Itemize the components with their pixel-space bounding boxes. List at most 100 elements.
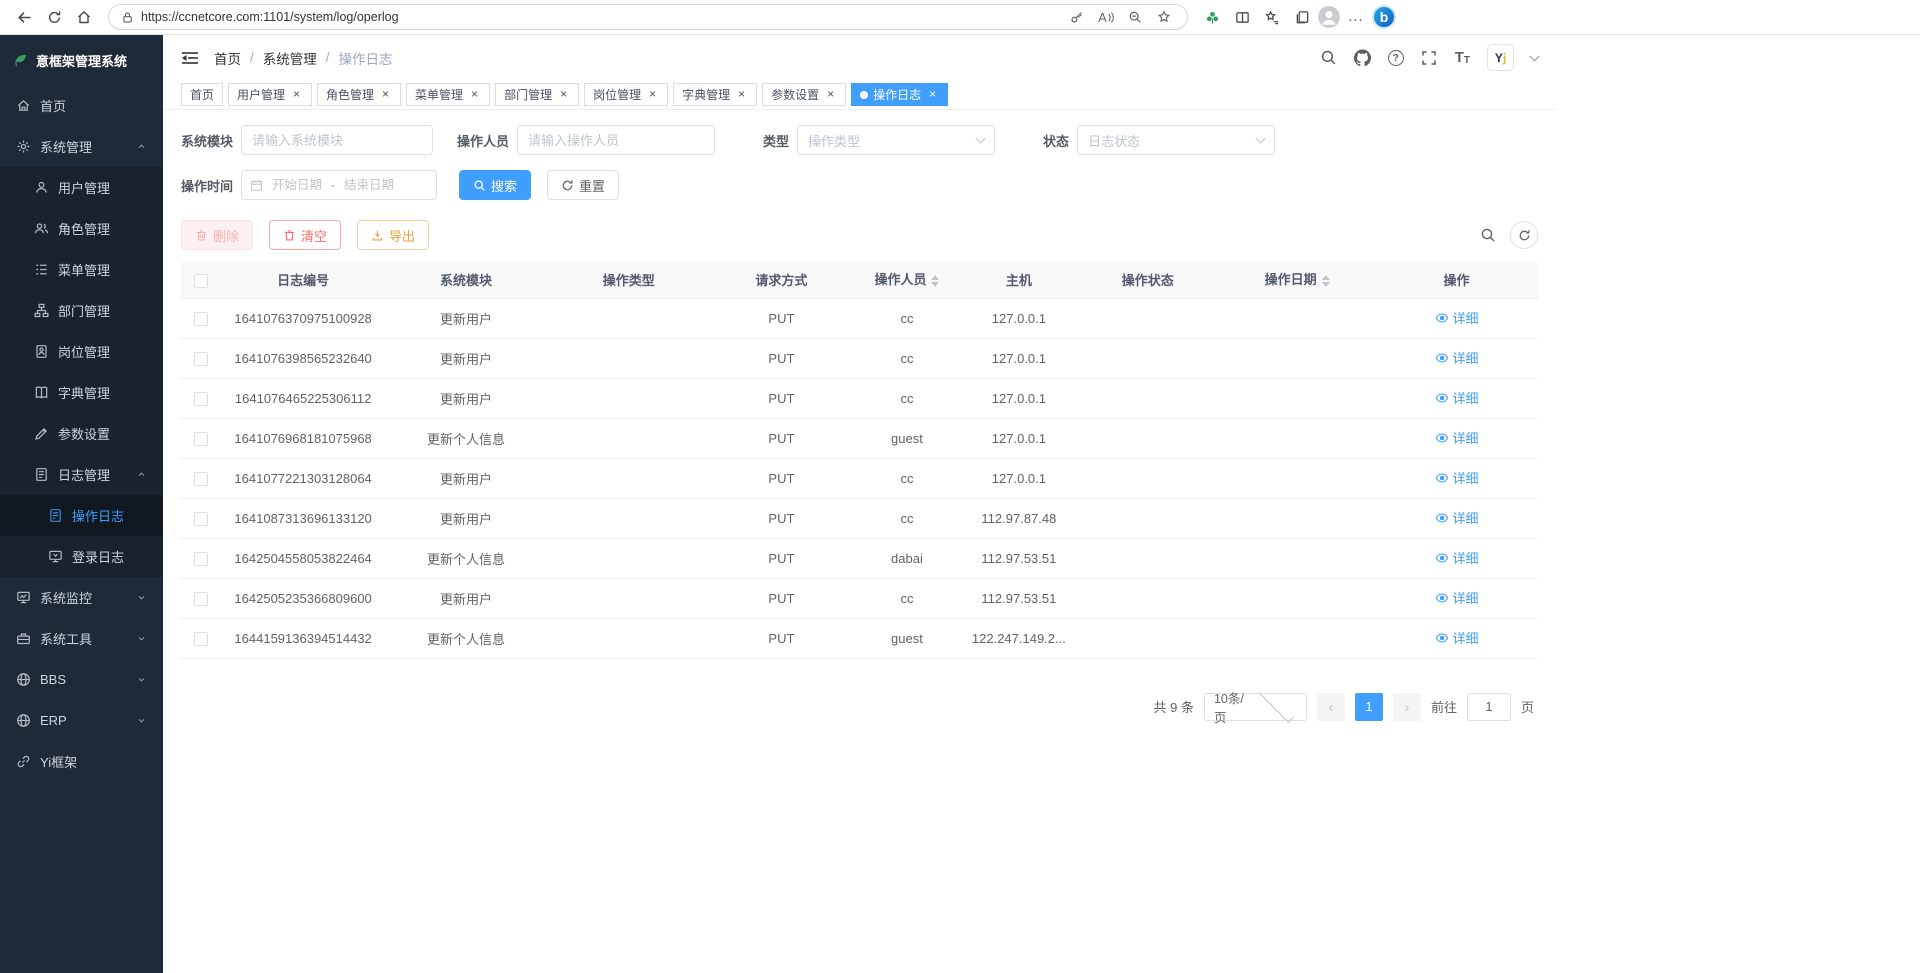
page-size-select[interactable]: 10条/页 (1204, 693, 1307, 721)
github-icon[interactable] (1354, 49, 1371, 66)
detail-link[interactable]: 详细 (1435, 308, 1479, 327)
help-icon[interactable]: ? (1388, 50, 1404, 66)
start-date-input[interactable] (267, 178, 327, 192)
sidebar-item-dept-management[interactable]: 部门管理 (0, 290, 163, 331)
read-aloud-icon[interactable]: A (1095, 6, 1117, 28)
sidebar-item-yi-framework[interactable]: Yi框架 (0, 741, 163, 782)
sidebar-item-system-tools[interactable]: 系统工具 (0, 618, 163, 659)
hamburger-icon[interactable] (181, 50, 199, 66)
sort-icon[interactable] (1322, 271, 1330, 291)
profile-avatar[interactable] (1318, 6, 1340, 28)
detail-link[interactable]: 详细 (1435, 508, 1479, 527)
end-date-input[interactable] (339, 178, 399, 192)
browser-essentials-icon[interactable] (1198, 4, 1226, 30)
type-select[interactable]: 操作类型 (797, 125, 995, 155)
export-button[interactable]: 导出 (357, 220, 429, 250)
row-checkbox[interactable] (194, 352, 208, 366)
prev-page-button[interactable]: ‹ (1317, 693, 1345, 721)
date-range-picker[interactable]: - (241, 170, 437, 200)
sidebar-item-param-settings[interactable]: 参数设置 (0, 413, 163, 454)
current-page-button[interactable]: 1 (1355, 693, 1383, 721)
th-operator[interactable]: 操作人员 (853, 262, 962, 298)
tab-menu-management[interactable]: 菜单管理× (406, 83, 490, 106)
collections-icon[interactable] (1288, 4, 1316, 30)
status-select[interactable]: 日志状态 (1077, 125, 1275, 155)
tab-dept-management[interactable]: 部门管理× (495, 83, 579, 106)
tab-operation-log[interactable]: 操作日志× (851, 83, 948, 106)
reload-icon[interactable] (40, 4, 68, 30)
row-checkbox[interactable] (194, 552, 208, 566)
more-menu-icon[interactable]: … (1342, 4, 1370, 30)
tab-home[interactable]: 首页 (181, 83, 223, 106)
sidebar-item-dict-management[interactable]: 字典管理 (0, 372, 163, 413)
fullscreen-icon[interactable] (1421, 49, 1438, 66)
tab-post-management[interactable]: 岗位管理× (584, 83, 668, 106)
row-checkbox[interactable] (194, 592, 208, 606)
sidebar-item-label: 系统监控 (40, 588, 127, 607)
zoom-out-icon[interactable] (1124, 6, 1146, 28)
close-icon[interactable]: × (735, 88, 748, 101)
sidebar-item-log-management[interactable]: 日志管理 (0, 454, 163, 495)
reset-button[interactable]: 重置 (547, 170, 619, 200)
favorites-bar-icon[interactable] (1258, 4, 1286, 30)
sidebar-item-operation-log[interactable]: 操作日志 (0, 495, 163, 536)
select-all-checkbox[interactable] (194, 274, 208, 288)
tab-user-management[interactable]: 用户管理× (228, 83, 312, 106)
search-button[interactable]: 搜索 (459, 170, 531, 200)
sidebar-item-menu-management[interactable]: 菜单管理 (0, 249, 163, 290)
module-input[interactable] (241, 125, 433, 155)
sidebar-item-system-management[interactable]: 系统管理 (0, 126, 163, 167)
close-icon[interactable]: × (646, 88, 659, 101)
sidebar-item-post-management[interactable]: 岗位管理 (0, 331, 163, 372)
close-icon[interactable]: × (926, 88, 939, 101)
user-avatar[interactable]: Yj (1487, 44, 1514, 71)
back-icon[interactable] (10, 4, 38, 30)
close-icon[interactable]: × (557, 88, 570, 101)
close-icon[interactable]: × (379, 88, 392, 101)
sidebar-item-login-log[interactable]: 登录日志 (0, 536, 163, 577)
row-checkbox[interactable] (194, 392, 208, 406)
address-bar[interactable]: https://ccnetcore.com:1101/system/log/op… (108, 4, 1188, 30)
th-date[interactable]: 操作日期 (1219, 262, 1375, 298)
close-icon[interactable]: × (824, 88, 837, 101)
detail-link[interactable]: 详细 (1435, 428, 1479, 447)
row-checkbox[interactable] (194, 432, 208, 446)
row-checkbox[interactable] (194, 472, 208, 486)
refresh-icon[interactable] (1510, 221, 1538, 249)
password-key-icon[interactable] (1066, 6, 1088, 28)
chevron-down-icon[interactable] (1530, 51, 1540, 61)
next-page-button[interactable]: › (1393, 693, 1421, 721)
copilot-icon[interactable]: b (1372, 5, 1396, 29)
sidebar-item-system-monitor[interactable]: 系统监控 (0, 577, 163, 618)
row-checkbox[interactable] (194, 312, 208, 326)
clear-button[interactable]: 清空 (269, 220, 341, 250)
sidebar-item-erp[interactable]: ERP (0, 700, 163, 741)
detail-link[interactable]: 详细 (1435, 348, 1479, 367)
tab-dict-management[interactable]: 字典管理× (673, 83, 757, 106)
close-icon[interactable]: × (468, 88, 481, 101)
breadcrumb-home[interactable]: 首页 (214, 48, 241, 68)
detail-link[interactable]: 详细 (1435, 468, 1479, 487)
search-toggle-icon[interactable] (1480, 227, 1496, 243)
close-icon[interactable]: × (290, 88, 303, 101)
detail-link[interactable]: 详细 (1435, 548, 1479, 567)
split-screen-icon[interactable] (1228, 4, 1256, 30)
detail-link[interactable]: 详细 (1435, 388, 1479, 407)
favorite-add-icon[interactable] (1153, 6, 1175, 28)
operator-input[interactable] (517, 125, 715, 155)
sidebar-item-bbs[interactable]: BBS (0, 659, 163, 700)
sidebar-item-home[interactable]: 首页 (0, 85, 163, 126)
text-size-icon[interactable]: TT (1455, 49, 1470, 66)
goto-page-input[interactable] (1467, 693, 1511, 721)
tab-param-settings[interactable]: 参数设置× (762, 83, 846, 106)
detail-link[interactable]: 详细 (1435, 588, 1479, 607)
detail-link[interactable]: 详细 (1435, 628, 1479, 647)
sidebar-item-role-management[interactable]: 角色管理 (0, 208, 163, 249)
sidebar-item-user-management[interactable]: 用户管理 (0, 167, 163, 208)
browser-home-icon[interactable] (70, 4, 98, 30)
tab-role-management[interactable]: 角色管理× (317, 83, 401, 106)
row-checkbox[interactable] (194, 512, 208, 526)
row-checkbox[interactable] (194, 632, 208, 646)
sort-icon[interactable] (931, 271, 939, 291)
search-icon[interactable] (1320, 49, 1337, 66)
